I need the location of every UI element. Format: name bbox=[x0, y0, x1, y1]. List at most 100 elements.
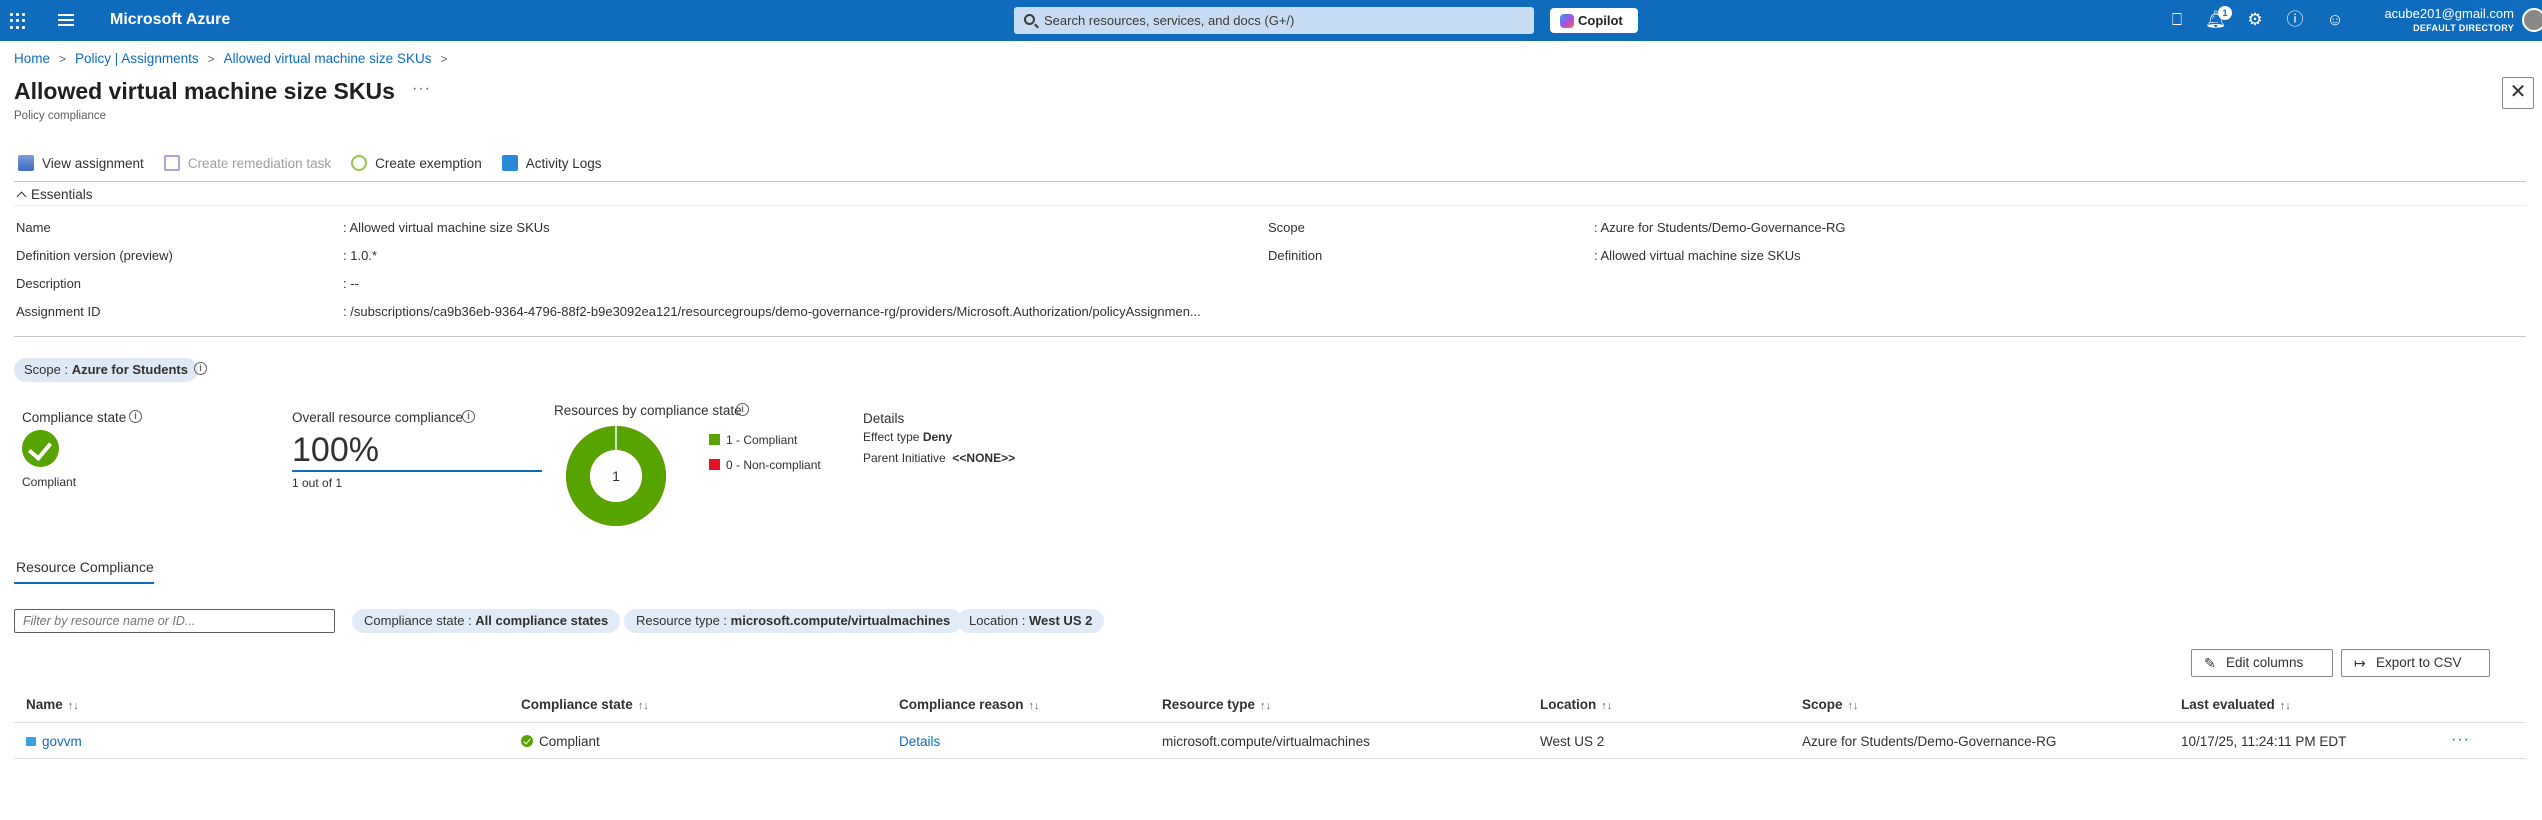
account-menu[interactable]: acube201@gmail.com DEFAULT DIRECTORY bbox=[2384, 6, 2514, 33]
activity-logs-button[interactable]: Activity Logs bbox=[501, 153, 601, 173]
command-bar: View assignment Create remediation task … bbox=[18, 153, 621, 173]
app-launcher-icon[interactable] bbox=[10, 13, 26, 29]
table-row-divider bbox=[14, 758, 2526, 759]
notification-badge: 1 bbox=[2218, 6, 2232, 20]
chevron-up-icon bbox=[16, 191, 27, 202]
legend-noncompliant[interactable]: 0 - Non-compliant bbox=[726, 458, 821, 472]
activity-logs-icon bbox=[501, 155, 518, 171]
row-location: West US 2 bbox=[1540, 734, 1605, 749]
export-icon: ↦ bbox=[2354, 655, 2366, 671]
compliance-donut-chart: 1 bbox=[566, 426, 666, 526]
effect-type-label: Effect type bbox=[863, 430, 920, 444]
scope-pill-value: Azure for Students bbox=[71, 362, 188, 377]
scope-pill-key: Scope : bbox=[24, 362, 72, 377]
brand-title[interactable]: Microsoft Azure bbox=[110, 11, 230, 29]
settings-icon[interactable]: ⚙ bbox=[2245, 10, 2265, 30]
column-header-label: Resource type bbox=[1162, 697, 1256, 712]
search-placeholder: Search resources, services, and docs (G+… bbox=[1044, 13, 1295, 28]
info-icon[interactable]: i bbox=[129, 410, 142, 423]
compliance-state-text: Compliant bbox=[539, 734, 600, 749]
info-icon[interactable]: i bbox=[736, 403, 749, 416]
details-heading: Details bbox=[863, 411, 905, 426]
divider bbox=[14, 181, 2526, 182]
help-icon[interactable]: ⓘ bbox=[2285, 10, 2305, 30]
scope-pill[interactable]: Scope : Azure for Students bbox=[14, 358, 198, 382]
row-more-options-icon[interactable]: ··· bbox=[2451, 731, 2470, 749]
view-assignment-icon bbox=[18, 155, 34, 171]
filter-pill-compliance-state[interactable]: Compliance state : All compliance states bbox=[352, 609, 621, 633]
overall-compliance-label: Overall resource compliance bbox=[292, 410, 464, 425]
info-icon[interactable]: i bbox=[194, 362, 207, 375]
feedback-icon[interactable]: ☺ bbox=[2325, 10, 2345, 30]
search-input[interactable]: Search resources, services, and docs (G+… bbox=[1014, 7, 1534, 34]
overall-compliance-percent: 100% bbox=[292, 431, 379, 469]
chevron-right-icon: > bbox=[59, 52, 67, 66]
definition-label: Definition bbox=[1268, 248, 1323, 263]
filter-pill-key: Compliance state : bbox=[364, 613, 476, 628]
sort-icon: ↑↓ bbox=[637, 700, 649, 712]
column-header-location[interactable]: Location ↑↓ bbox=[1540, 697, 1612, 712]
breadcrumb-home[interactable]: Home bbox=[14, 51, 50, 66]
filter-pill-location[interactable]: Location : West US 2 bbox=[957, 609, 1105, 633]
more-options-icon[interactable]: ··· bbox=[412, 80, 431, 98]
page-title: Allowed virtual machine size SKUs bbox=[14, 78, 395, 104]
create-remediation-task-button[interactable]: Create remediation task bbox=[163, 153, 331, 173]
edit-columns-label: Edit columns bbox=[2226, 655, 2304, 670]
resource-name: govvm bbox=[42, 734, 82, 749]
column-header-last-evaluated[interactable]: Last evaluated ↑↓ bbox=[2181, 697, 2291, 712]
column-header-compliance-state[interactable]: Compliance state ↑↓ bbox=[521, 697, 649, 712]
compliance-reason-details-link[interactable]: Details bbox=[899, 734, 940, 749]
sort-icon: ↑↓ bbox=[1601, 700, 1613, 712]
menu-icon[interactable] bbox=[58, 14, 74, 26]
definition-version-label: Definition version (preview) bbox=[16, 248, 173, 263]
essentials-toggle[interactable]: Essentials bbox=[16, 187, 93, 202]
divider bbox=[14, 205, 2526, 206]
compliance-state-label: Compliance state bbox=[22, 410, 127, 425]
chevron-right-icon: > bbox=[440, 52, 448, 66]
view-assignment-label: View assignment bbox=[42, 155, 144, 171]
export-csv-label: Export to CSV bbox=[2376, 655, 2462, 670]
breadcrumb-current[interactable]: Allowed virtual machine size SKUs bbox=[224, 51, 432, 66]
resource-name-link[interactable]: govvm bbox=[26, 734, 82, 749]
breadcrumb-policy-assignments[interactable]: Policy | Assignments bbox=[75, 51, 199, 66]
column-header-label: Location bbox=[1540, 697, 1597, 712]
column-header-compliance-reason[interactable]: Compliance reason ↑↓ bbox=[899, 697, 1040, 712]
parent-initiative-label: Parent Initiative bbox=[863, 451, 946, 465]
description-label: Description bbox=[16, 276, 82, 291]
cloud-shell-icon[interactable]: ⎕ bbox=[2167, 10, 2187, 30]
close-button[interactable]: ✕ bbox=[2502, 77, 2534, 109]
tab-resource-compliance[interactable]: Resource Compliance bbox=[16, 559, 154, 575]
name-label: Name bbox=[16, 220, 51, 235]
edit-columns-button[interactable]: ✎ Edit columns bbox=[2191, 649, 2333, 677]
info-icon[interactable]: i bbox=[462, 410, 475, 423]
donut-center-value: 1 bbox=[612, 468, 620, 484]
create-exemption-button[interactable]: Create exemption bbox=[351, 153, 482, 173]
breadcrumb: Home > Policy | Assignments > Allowed virtua… bbox=[14, 51, 456, 66]
avatar[interactable] bbox=[2522, 8, 2542, 32]
account-email: acube201@gmail.com bbox=[2384, 6, 2514, 21]
compliant-check-icon bbox=[521, 735, 533, 747]
row-last-evaluated: 10/17/25, 11:24:11 PM EDT bbox=[2181, 734, 2347, 749]
top-bar: Microsoft Azure Search resources, servic… bbox=[0, 0, 2542, 41]
filter-pill-resource-type[interactable]: Resource type : microsoft.compute/virtua… bbox=[624, 609, 963, 633]
filter-pill-key: Location : bbox=[969, 613, 1029, 628]
scope-label: Scope bbox=[1268, 220, 1305, 235]
view-assignment-button[interactable]: View assignment bbox=[18, 153, 144, 173]
scope-value: : Azure for Students/Demo-Governance-RG bbox=[1594, 220, 1846, 235]
essentials-label: Essentials bbox=[31, 187, 93, 202]
legend-compliant[interactable]: 1 - Compliant bbox=[726, 433, 797, 447]
resource-filter-input[interactable] bbox=[14, 609, 335, 633]
tab-active-indicator bbox=[14, 582, 154, 584]
edit-columns-icon: ✎ bbox=[2204, 655, 2216, 671]
column-header-name[interactable]: Name ↑↓ bbox=[26, 697, 79, 712]
sort-icon: ↑↓ bbox=[1847, 700, 1859, 712]
definition-version-value: : 1.0.* bbox=[343, 248, 377, 263]
sort-icon: ↑↓ bbox=[1028, 700, 1040, 712]
assignment-id-label: Assignment ID bbox=[16, 304, 101, 319]
filter-pill-value: West US 2 bbox=[1029, 613, 1093, 628]
column-header-label: Name bbox=[26, 697, 63, 712]
column-header-resource-type[interactable]: Resource type ↑↓ bbox=[1162, 697, 1271, 712]
copilot-button[interactable]: Copilot bbox=[1550, 8, 1638, 33]
export-csv-button[interactable]: ↦ Export to CSV bbox=[2341, 649, 2490, 677]
column-header-scope[interactable]: Scope ↑↓ bbox=[1802, 697, 1859, 712]
